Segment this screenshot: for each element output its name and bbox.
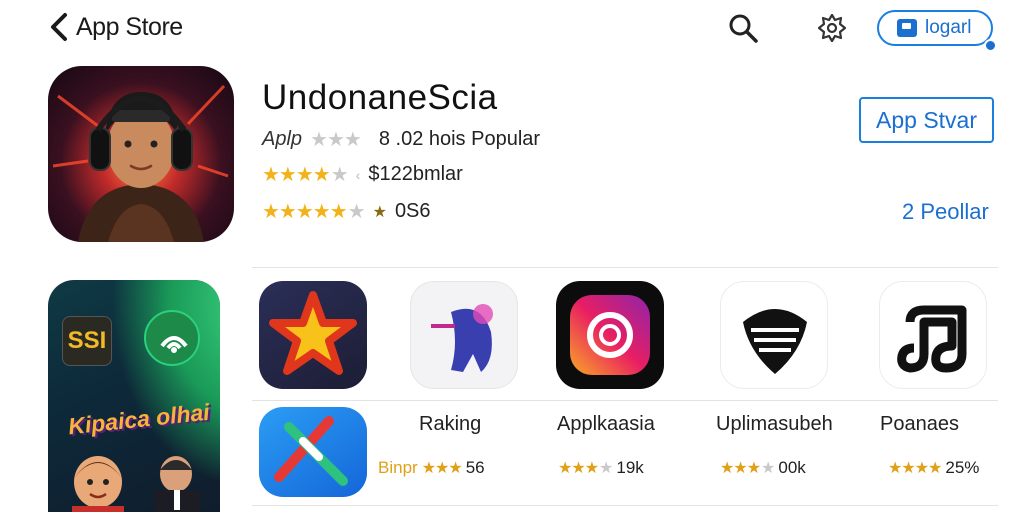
divider — [252, 400, 998, 401]
count-link[interactable]: 2 Peollar — [902, 199, 989, 225]
gamer-avatar-icon — [52, 84, 229, 242]
star-rating-icon: ★★★★★ ★ — [262, 201, 366, 223]
featured-banner[interactable]: SSI Kipaica olhai — [48, 280, 220, 512]
app-icon — [48, 66, 234, 242]
gear-icon[interactable] — [816, 12, 848, 44]
top-bar: App Store logarl — [0, 0, 1024, 58]
app-tile-bird[interactable] — [410, 281, 518, 389]
star-rating-icon: ★★★★ ★ — [262, 164, 349, 186]
search-icon[interactable] — [727, 12, 759, 44]
star-rating-icon: ★★★ — [310, 129, 362, 151]
music-note-icon — [897, 305, 967, 373]
get-button[interactable]: App Stvar — [859, 97, 994, 143]
app-name[interactable]: Poanaes — [880, 413, 959, 436]
banner-badge: SSI — [62, 316, 112, 366]
app-meta: ★★★★ 25% — [888, 458, 979, 478]
divider — [252, 505, 998, 506]
star-rating-icon: ★★★★ — [558, 460, 613, 477]
bird-icon — [431, 304, 493, 372]
app-meta-value: 25% — [945, 458, 980, 477]
star-small-icon: ★ — [372, 203, 387, 221]
status-dot-icon — [984, 39, 997, 52]
meta-row-rating: ★★★★★ ★ ★ 0S6 — [262, 199, 431, 224]
app-meta-value: 00k — [778, 458, 806, 477]
app-name[interactable]: Uplimasubeh — [716, 413, 833, 436]
camera-icon — [570, 295, 650, 375]
app-tile-shield[interactable] — [720, 281, 828, 389]
app-meta: Binpr ★★★ 56 — [378, 458, 485, 478]
app-meta: ★★★ ★ 19k — [558, 458, 644, 478]
login-label: logarl — [925, 17, 972, 38]
rating-text: 0S6 — [394, 200, 431, 222]
app-name[interactable]: Applkaasia — [557, 413, 655, 436]
wifi-icon — [144, 310, 200, 366]
star-rating-icon: ★★★★ — [888, 460, 942, 477]
app-meta-value: 19k — [616, 458, 644, 477]
star-rating-icon: ★★★★ — [720, 460, 775, 477]
app-tile-camera[interactable] — [556, 281, 664, 389]
app-meta-value: 56 — [465, 458, 485, 477]
app-tile-star[interactable] — [259, 281, 367, 389]
characters-icon — [72, 456, 200, 512]
back-label: App Store — [76, 12, 183, 41]
login-button[interactable]: logarl — [877, 10, 997, 52]
app-tile-music[interactable] — [879, 281, 987, 389]
back-button[interactable]: App Store — [48, 12, 183, 42]
app-tile-x[interactable] — [259, 407, 367, 497]
developer-name[interactable]: Aplp — [262, 128, 302, 151]
account-icon — [897, 19, 917, 37]
meta-row-developer: Aplp ★★★ 8 .02 hois Popular — [262, 127, 540, 152]
star-icon — [269, 291, 357, 375]
app-name[interactable]: Raking — [419, 413, 481, 436]
star-rating-icon: ★★★ — [421, 460, 463, 477]
meta-row-price: ★★★★ ★ ‹ $122bmlar — [262, 162, 463, 187]
chevron-left-icon — [51, 13, 67, 41]
separator-icon: ‹ — [355, 166, 361, 183]
app-meta-label: Binpr — [378, 458, 418, 477]
divider — [252, 267, 998, 268]
price-text: $122bmlar — [368, 163, 463, 185]
app-meta: ★★★ ★ 00k — [720, 458, 806, 478]
x-logo-icon — [274, 416, 348, 486]
popularity-text: 8 .02 hois Popular — [378, 128, 541, 150]
shield-icon — [743, 309, 807, 374]
app-title: UndonaneScia — [262, 78, 498, 117]
